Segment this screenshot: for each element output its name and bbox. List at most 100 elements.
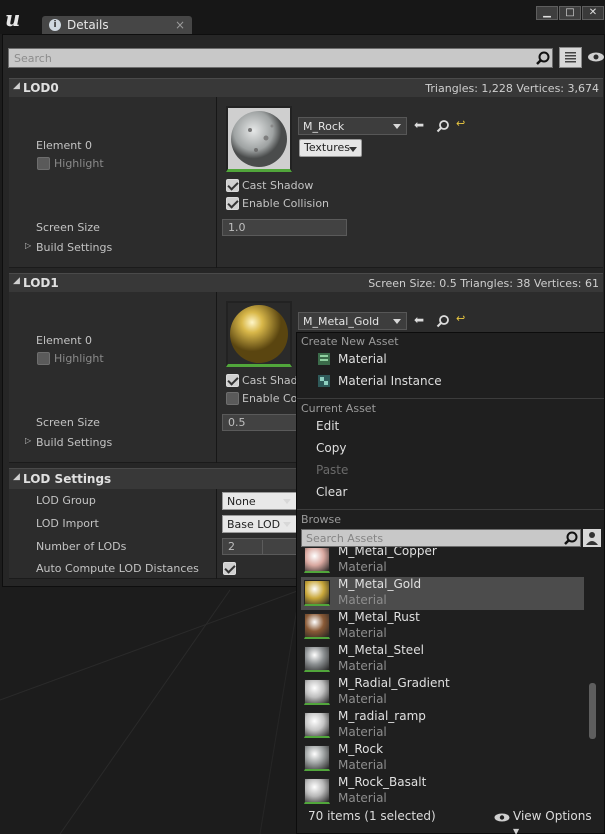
menu-item-paste-label: Paste <box>316 463 349 477</box>
maximize-button[interactable]: □ <box>559 6 581 20</box>
menu-item-material-label: Material <box>338 352 387 366</box>
title-bar: u i Details × ▁ □ ✕ <box>0 0 605 35</box>
asset-type: Material <box>338 791 387 805</box>
material-picker-menu: Create New Asset Material Material Insta… <box>296 332 605 834</box>
lod1-element-label: Element 0 <box>36 334 93 347</box>
rock-sphere-icon <box>228 108 290 169</box>
menu-item-material[interactable]: Material <box>297 349 604 371</box>
lod0-enable-collision-checkbox[interactable] <box>226 197 239 210</box>
menu-item-copy-label: Copy <box>316 441 347 455</box>
column-divider <box>216 489 217 579</box>
asset-type: Material <box>338 560 387 574</box>
asset-row[interactable]: M_Metal_Gold Material <box>301 577 584 610</box>
asset-thumbnail <box>304 646 330 672</box>
asset-row[interactable]: M_radial_ramp Material <box>301 709 584 742</box>
asset-type: Material <box>338 626 387 640</box>
view-options-label: View Options <box>513 809 592 823</box>
lod1-build-settings[interactable]: Build Settings <box>36 436 112 449</box>
menu-item-clear[interactable]: Clear <box>297 482 604 504</box>
lod1-screen-size-label: Screen Size <box>36 416 100 429</box>
menu-item-edit[interactable]: Edit <box>297 416 604 438</box>
menu-item-clear-label: Clear <box>316 485 348 499</box>
tab-label: Details <box>67 18 109 32</box>
lod-import-combo[interactable]: Base LOD <box>222 515 297 533</box>
num-lods-field[interactable]: 2 <box>222 538 297 555</box>
lod1-header[interactable]: ◢ LOD1 Screen Size: 0.5 Triangles: 38 Ve… <box>9 273 603 292</box>
expand-arrow-icon[interactable]: ▷ <box>25 241 31 250</box>
menu-separator <box>297 398 604 399</box>
eye-icon <box>494 813 510 822</box>
lod-import-label: LOD Import <box>36 517 99 530</box>
lod1-cast-shadow-label: Cast Shadow <box>242 374 296 387</box>
reset-to-default-icon[interactable]: ↩ <box>456 117 465 130</box>
lod1-enable-collision-checkbox[interactable] <box>226 392 239 405</box>
asset-name: M_radial_ramp <box>338 709 426 723</box>
lod-group-combo[interactable]: None <box>222 492 297 510</box>
lod0-highlight-checkbox[interactable] <box>37 157 50 170</box>
lod1-material-thumbnail[interactable] <box>226 301 292 367</box>
view-options-grid-button[interactable] <box>559 47 582 68</box>
collapse-arrow-icon: ◢ <box>13 276 20 286</box>
asset-name: M_Rock <box>338 742 384 756</box>
browse-search-icon[interactable] <box>436 119 450 133</box>
asset-row[interactable]: M_Rock_Basalt Material <box>301 775 584 808</box>
column-divider <box>216 292 217 463</box>
minimize-button[interactable]: ▁ <box>536 6 558 20</box>
asset-count-status: 70 items (1 selected) <box>308 809 436 823</box>
asset-row[interactable]: M_Metal_Copper Material <box>301 547 584 577</box>
browse-heading: Browse <box>301 513 342 526</box>
use-selected-arrow-icon[interactable]: ⬅ <box>414 118 424 132</box>
list-icon <box>565 52 576 63</box>
asset-name: M_Radial_Gradient <box>338 676 450 690</box>
tab-close-icon[interactable]: × <box>175 18 185 32</box>
lod0-title: LOD0 <box>23 81 59 95</box>
menu-item-material-instance[interactable]: Material Instance <box>297 371 604 393</box>
lod0-cast-shadow-checkbox[interactable] <box>226 179 239 192</box>
asset-name: M_Metal_Copper <box>338 547 437 558</box>
lod0-cast-shadow-label: Cast Shadow <box>242 179 314 192</box>
lod0-header[interactable]: ◢ LOD0 Triangles: 1,228 Vertices: 3,674 <box>9 78 603 97</box>
asset-list-scrollbar[interactable] <box>589 683 596 739</box>
lod0-material-combo[interactable]: M_Rock <box>298 117 407 135</box>
lod0-stats: Triangles: 1,228 Vertices: 3,674 <box>425 82 599 95</box>
asset-thumbnail <box>304 613 330 639</box>
lod1-cast-shadow-checkbox[interactable] <box>226 374 239 387</box>
search-placeholder: Search <box>14 52 52 65</box>
slider-tick <box>262 540 263 554</box>
asset-row[interactable]: M_Radial_Gradient Material <box>301 676 584 709</box>
menu-item-copy[interactable]: Copy <box>297 438 604 460</box>
lod0-build-settings[interactable]: Build Settings <box>36 241 112 254</box>
search-input[interactable]: Search <box>8 48 553 68</box>
collapse-arrow-icon: ◢ <box>13 81 20 91</box>
reset-to-default-icon[interactable]: ↩ <box>456 312 465 325</box>
lod0-screen-size-field[interactable]: 1.0 <box>222 219 347 236</box>
close-button[interactable]: ✕ <box>582 6 604 20</box>
lod1-material-combo[interactable]: M_Metal_Gold <box>298 312 407 330</box>
browse-search-icon[interactable] <box>436 314 450 328</box>
lod1-screen-size-field[interactable]: 0.5 <box>222 414 297 431</box>
asset-search-input[interactable]: Search Assets <box>301 529 581 547</box>
asset-row[interactable]: M_Metal_Rust Material <box>301 610 584 643</box>
info-icon: i <box>49 19 61 31</box>
lod1-highlight-checkbox[interactable] <box>37 352 50 365</box>
asset-name: M_Metal_Rust <box>338 610 420 624</box>
eye-icon[interactable] <box>587 51 605 63</box>
unreal-logo-icon: u <box>5 6 21 31</box>
asset-search-icon[interactable] <box>564 531 578 545</box>
lod0-material-thumbnail[interactable] <box>226 106 292 172</box>
view-options-button[interactable]: View Options ▼ <box>513 809 601 834</box>
expand-arrow-icon[interactable]: ▷ <box>25 436 31 445</box>
auto-compute-checkbox[interactable] <box>223 562 236 575</box>
user-filter-icon[interactable] <box>583 529 601 547</box>
search-icon[interactable] <box>536 51 550 65</box>
lod1-title: LOD1 <box>23 276 59 290</box>
tab-details[interactable]: i Details × <box>42 16 192 35</box>
asset-thumbnail <box>304 580 330 606</box>
asset-type: Material <box>338 593 387 607</box>
use-selected-arrow-icon[interactable]: ⬅ <box>414 313 424 327</box>
lod0-textures-button[interactable]: Textures <box>299 139 362 157</box>
menu-item-edit-label: Edit <box>316 419 340 433</box>
asset-row[interactable]: M_Metal_Steel Material <box>301 643 584 676</box>
asset-row[interactable]: M_Rock Material <box>301 742 584 775</box>
lod0-highlight-label: Highlight <box>54 157 104 170</box>
